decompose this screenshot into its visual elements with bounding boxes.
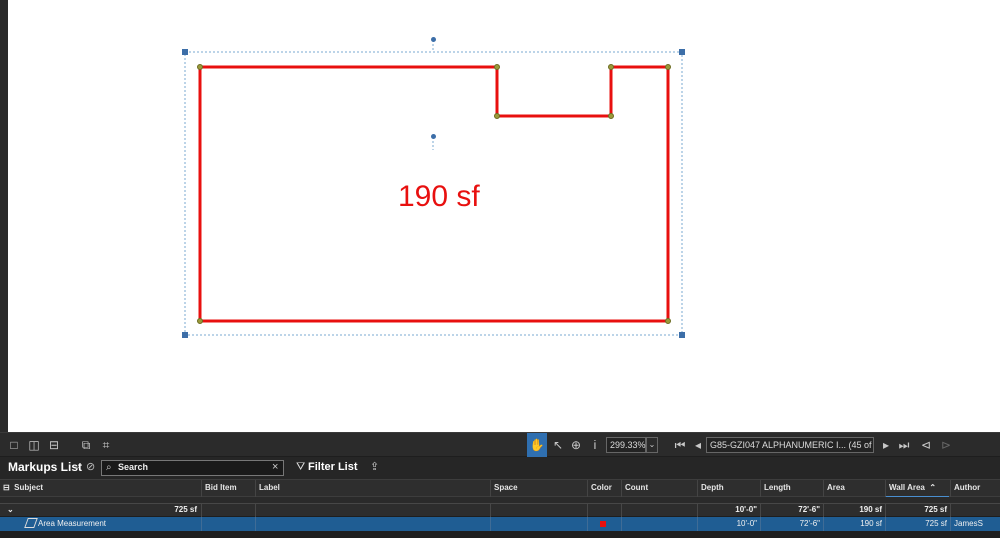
bottom-strip <box>0 531 1000 538</box>
search-input[interactable]: ⌕ Search × <box>101 460 284 476</box>
chevron-down-icon[interactable]: ⌄ <box>646 437 658 453</box>
group-cell <box>490 504 587 517</box>
markups-list-header: Markups List ⌄ ⊘ ⌕ Search × ⛛ Filter Lis… <box>0 457 1000 479</box>
group-total-row[interactable]: ⌄ 725 sf 10'-0" 72'-6" 190 sf 725 sf <box>0 503 1000 517</box>
filter-list-button[interactable]: Filter List <box>308 461 358 473</box>
column-subject[interactable]: ⊟ Subject <box>0 480 200 498</box>
page-selector[interactable]: G85-GZI047 ALPHANUMERIC I... (45 of 377) <box>706 437 874 453</box>
resize-handle-tl[interactable] <box>182 49 188 55</box>
left-edge-strip <box>0 0 8 432</box>
color-cell <box>587 517 621 531</box>
column-area[interactable]: Area <box>823 480 885 498</box>
depth-cell: 10'-0" <box>697 517 760 531</box>
previous-view-icon[interactable]: ⊲ <box>918 437 934 453</box>
hide-markups-icon[interactable]: ⊘ <box>86 460 95 473</box>
export-icon[interactable]: ⇪ <box>370 460 379 473</box>
column-bid-item[interactable]: Bid Item <box>201 480 255 498</box>
navigation-toolbar: □ ◫ ⊟ ⧉ ⌗ ✋ ↖ ⊕ Ꭵ 299.33% ⌄ ⏮ ◂ G85-GZI0… <box>0 432 1000 457</box>
single-page-icon[interactable]: □ <box>6 437 22 453</box>
count-cell <box>621 517 697 531</box>
drawing-canvas[interactable]: 190 sf <box>8 0 1000 432</box>
zoom-tool-icon[interactable]: ⊕ <box>568 437 584 453</box>
area-measurement-label: 190 sf <box>398 180 480 213</box>
length-cell: 72'-6" <box>760 517 823 531</box>
vertex-handle[interactable] <box>608 64 614 70</box>
vertex-handle[interactable] <box>197 318 203 324</box>
group-total: 725 sf <box>174 505 197 514</box>
column-author[interactable]: Author <box>950 480 1000 498</box>
vertex-handle[interactable] <box>665 64 671 70</box>
column-length[interactable]: Length <box>760 480 822 498</box>
markups-list-title[interactable]: Markups List <box>8 460 82 474</box>
page-setup-icon[interactable]: ⧉ <box>78 437 94 453</box>
markup-svg <box>184 40 683 336</box>
label-cell <box>255 517 490 531</box>
next-page-icon[interactable]: ▸ <box>878 437 894 453</box>
column-wall-area[interactable]: Wall Area ⌃ <box>885 480 949 498</box>
group-cell <box>201 504 255 517</box>
select-tool-icon[interactable]: ↖ <box>550 437 566 453</box>
split-icon[interactable]: ⊟ <box>46 437 62 453</box>
previous-page-icon[interactable]: ◂ <box>690 437 706 453</box>
table-row-selected[interactable]: Area Measurement 10'-0" 72'-6" 190 sf 72… <box>0 517 1000 531</box>
center-handle[interactable] <box>431 134 436 139</box>
resize-handle-br[interactable] <box>679 332 685 338</box>
vertex-handle[interactable] <box>608 113 614 119</box>
author-cell: JamesS <box>950 517 1000 531</box>
area-cell: 190 sf <box>823 517 885 531</box>
pan-tool-button[interactable]: ✋ <box>527 433 547 457</box>
group-depth: 10'-0" <box>697 504 760 517</box>
last-page-icon[interactable]: ⏭ <box>896 437 912 453</box>
color-swatch <box>600 521 606 527</box>
vertex-handle[interactable] <box>494 113 500 119</box>
column-space[interactable]: Space <box>490 480 586 498</box>
collapse-icon[interactable]: ⌄ <box>4 504 17 517</box>
resize-handle-bl[interactable] <box>182 332 188 338</box>
close-icon[interactable]: × <box>272 461 278 473</box>
resize-handle-tr[interactable] <box>679 49 685 55</box>
vertex-handle[interactable] <box>197 64 203 70</box>
filter-icon[interactable]: ⛛ <box>296 461 305 474</box>
vertex-handle[interactable] <box>494 64 500 70</box>
column-color[interactable]: Color <box>587 480 621 498</box>
group-cell <box>587 504 621 517</box>
group-area: 190 sf <box>823 504 885 517</box>
subject-text: Area Measurement <box>38 519 107 528</box>
search-icon: ⌕ <box>106 462 112 473</box>
search-placeholder: Search <box>118 462 149 472</box>
rotate-handle[interactable] <box>431 37 436 42</box>
group-cell <box>621 504 697 517</box>
text-select-icon[interactable]: Ꭵ <box>587 437 603 453</box>
zoom-level-field[interactable]: 299.33% <box>606 437 646 453</box>
column-depth[interactable]: Depth <box>697 480 759 498</box>
bid-item-cell <box>201 517 255 531</box>
markups-column-header: ⊟ Subject Bid Item Label Space Color Cou… <box>0 479 1000 498</box>
column-label[interactable]: Label <box>255 480 489 498</box>
wall-area-cell: 725 sf <box>885 517 950 531</box>
column-count[interactable]: Count <box>621 480 697 498</box>
space-cell <box>490 517 587 531</box>
subject-cell: Area Measurement <box>0 517 201 531</box>
crop-icon[interactable]: ⌗ <box>98 437 114 453</box>
first-page-icon[interactable]: ⏮ <box>672 437 688 453</box>
next-view-icon[interactable]: ⊳ <box>938 437 954 453</box>
group-wall-area: 725 sf <box>885 504 950 517</box>
chevron-down-icon[interactable]: ⌄ <box>73 461 81 472</box>
area-measurement-icon <box>24 518 38 528</box>
two-page-icon[interactable]: ◫ <box>26 437 42 453</box>
group-cell <box>255 504 490 517</box>
group-length: 72'-6" <box>760 504 823 517</box>
group-cell <box>950 504 1000 517</box>
vertex-handle[interactable] <box>665 318 671 324</box>
